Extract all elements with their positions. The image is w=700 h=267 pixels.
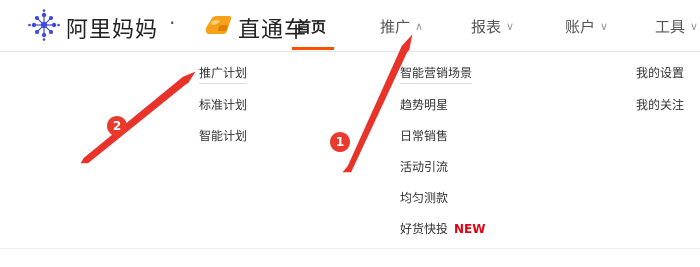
menu-item-my-settings[interactable]: 我的设置: [636, 64, 684, 81]
chevron-up-icon: ∧: [415, 20, 424, 33]
nav-home[interactable]: 首页: [296, 16, 326, 37]
nav-tools-label: 工具: [655, 18, 686, 36]
nav-active-indicator: [292, 47, 334, 50]
nav-promotion-label: 推广: [380, 18, 411, 36]
chevron-down-icon: ∨: [600, 20, 609, 33]
car-logo-icon: [205, 16, 232, 34]
nav-account-label: 账户: [565, 18, 596, 36]
menu-item-quick-delivery-label: 好货快投: [400, 222, 449, 236]
annotation-step-1: 1: [330, 132, 350, 152]
nav-account[interactable]: 账户 ∨: [565, 16, 608, 37]
menu-item-daily-sales[interactable]: 日常销售: [400, 127, 448, 144]
menu-item-trend-star[interactable]: 趋势明星: [400, 96, 448, 113]
nav-reports-label: 报表: [471, 18, 502, 36]
annotation-arrow-2: [80, 71, 196, 164]
menu-item-smart-plan[interactable]: 智能计划: [199, 127, 247, 144]
chevron-down-icon: ∨: [690, 20, 699, 33]
menu-item-promotion-plan[interactable]: 推广计划: [199, 64, 248, 84]
annotation-step-2: 2: [107, 116, 127, 136]
new-badge: NEW: [454, 222, 486, 236]
brand-name: 阿里妈妈: [66, 18, 159, 43]
nav-promotion[interactable]: 推广 ∧: [380, 16, 423, 37]
nav-tools[interactable]: 工具 ∨: [655, 16, 698, 37]
menu-item-event-traffic[interactable]: 活动引流: [400, 158, 448, 175]
alimama-flower-icon: [28, 9, 60, 41]
top-navigation-bar: 阿里妈妈 · 直通车 首页 推广 ∧ 报表 ∨ 账户 ∨ 工具 ∨: [0, 0, 700, 52]
nav-reports[interactable]: 报表 ∨: [471, 16, 514, 37]
menu-item-smart-marketing[interactable]: 智能营销场景: [400, 64, 473, 84]
menu-item-my-follows[interactable]: 我的关注: [636, 96, 684, 113]
brand-separator: ·: [169, 11, 176, 35]
section-divider: [0, 248, 700, 249]
menu-item-quick-delivery[interactable]: 好货快投 NEW: [400, 220, 486, 237]
menu-item-standard-plan[interactable]: 标准计划: [199, 96, 247, 113]
menu-item-even-test[interactable]: 均匀测款: [400, 189, 448, 206]
chevron-down-icon: ∨: [506, 20, 515, 33]
